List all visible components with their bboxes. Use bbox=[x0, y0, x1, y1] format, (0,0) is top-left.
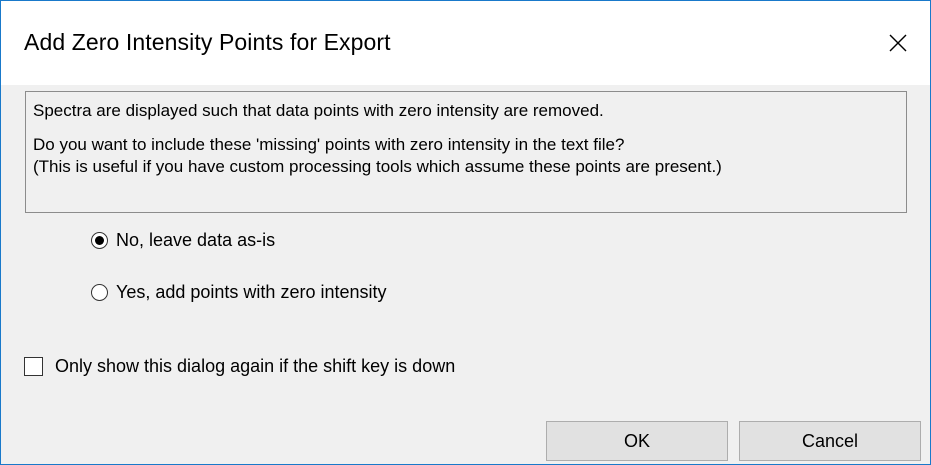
info-message-box: Spectra are displayed such that data poi… bbox=[25, 91, 907, 213]
radio-yes-button[interactable] bbox=[91, 284, 108, 301]
radio-selected-dot bbox=[95, 236, 104, 245]
radio-no-label: No, leave data as-is bbox=[116, 230, 276, 250]
shift-key-checkbox[interactable] bbox=[24, 357, 43, 376]
radio-no-button[interactable] bbox=[91, 232, 108, 249]
info-line-2: Do you want to include these 'missing' p… bbox=[33, 135, 625, 154]
shift-key-checkbox-row[interactable]: Only show this dialog again if the shift… bbox=[24, 356, 455, 377]
dialog-window: Add Zero Intensity Points for Export Spe… bbox=[0, 0, 931, 465]
title-bar: Add Zero Intensity Points for Export bbox=[1, 1, 930, 85]
close-button[interactable] bbox=[866, 1, 930, 85]
shift-key-checkbox-label: Only show this dialog again if the shift… bbox=[55, 356, 456, 376]
close-icon bbox=[889, 34, 907, 52]
dialog-title: Add Zero Intensity Points for Export bbox=[24, 29, 391, 55]
info-line-1: Spectra are displayed such that data poi… bbox=[33, 101, 604, 120]
ok-button[interactable]: OK bbox=[546, 421, 728, 461]
radio-yes-label: Yes, add points with zero intensity bbox=[116, 282, 387, 302]
radio-option-yes[interactable]: Yes, add points with zero intensity bbox=[91, 282, 387, 303]
radio-option-no[interactable]: No, leave data as-is bbox=[91, 230, 275, 251]
cancel-button[interactable]: Cancel bbox=[739, 421, 921, 461]
dialog-body: Spectra are displayed such that data poi… bbox=[1, 85, 930, 464]
info-line-3: (This is useful if you have custom proce… bbox=[33, 157, 722, 176]
